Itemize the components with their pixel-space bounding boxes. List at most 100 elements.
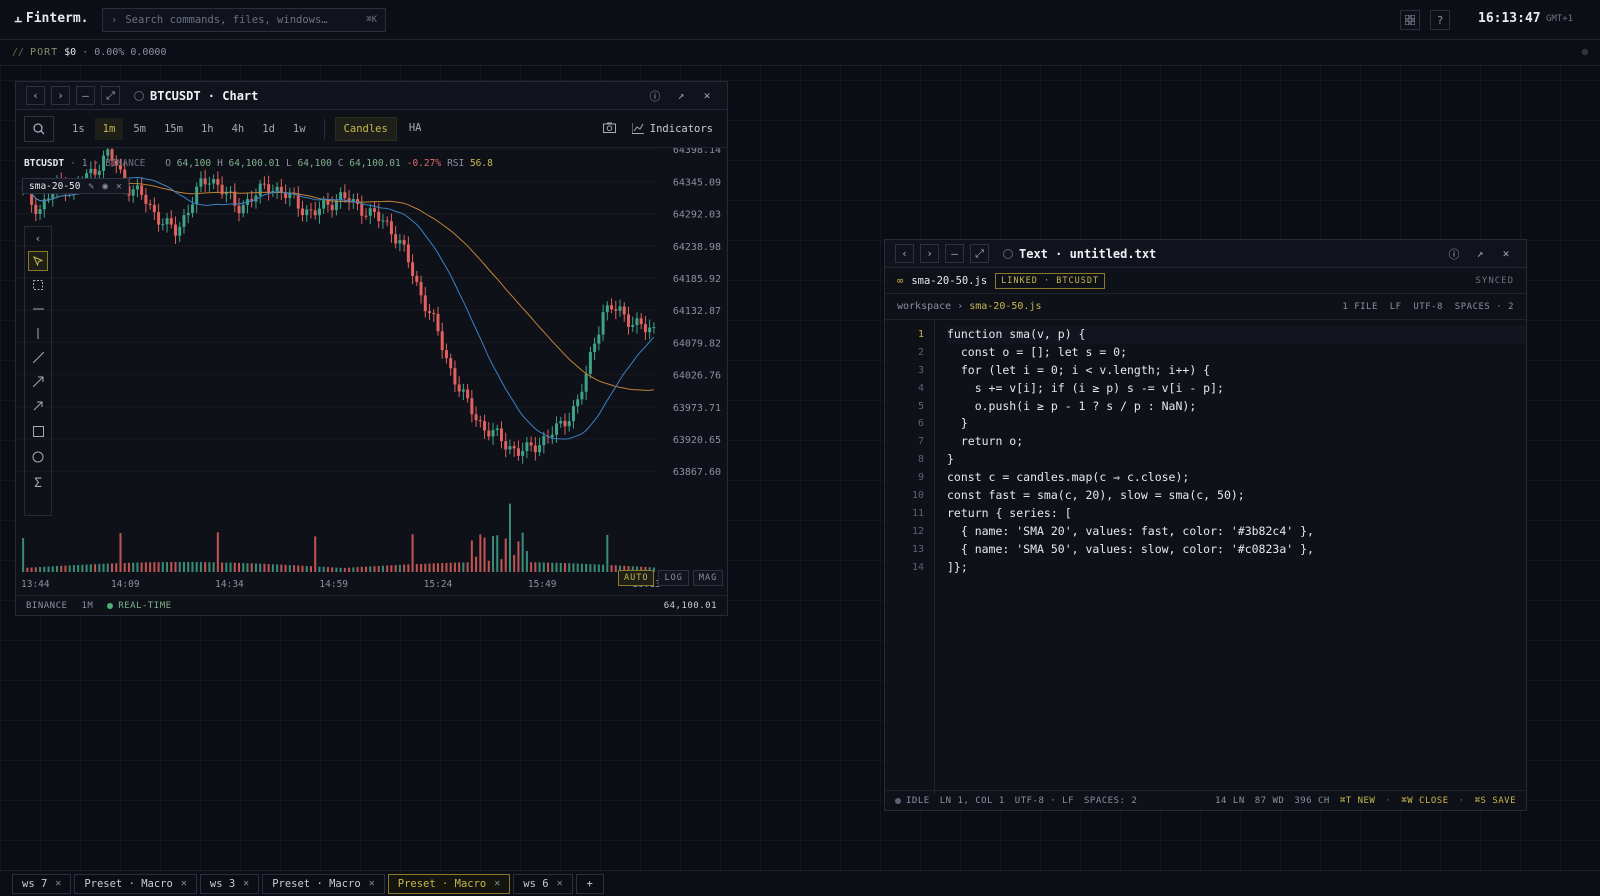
code-line[interactable]: { name: 'SMA 50', values: slow, color: '… (947, 541, 1526, 559)
code-line[interactable]: for (let i = 0; i < v.length; i++) { (947, 362, 1526, 380)
code-line[interactable]: ]}; (947, 559, 1526, 577)
code-line[interactable]: } (947, 451, 1526, 469)
close-tab-icon[interactable]: ✕ (243, 878, 249, 889)
close-shortcut[interactable]: ⌘W CLOSE (1401, 796, 1448, 806)
timeframe-5m[interactable]: 5m (125, 118, 154, 140)
timeframe-4h[interactable]: 4h (224, 118, 253, 140)
candle-body (38, 209, 42, 214)
line-number: 7 (917, 436, 924, 448)
workspace-tab[interactable]: ws 3 ✕ (199, 873, 260, 894)
editor-file-name[interactable]: sma-20-50.js (911, 275, 987, 287)
price-chart[interactable]: 64398.14 64345.09 64292.03 64238.98 64185.92… (16, 148, 727, 588)
grid-icon[interactable] (1400, 10, 1420, 30)
workspace-tab[interactable]: Preset · Macro ✕ (262, 873, 385, 894)
code-line[interactable]: o.push(i ≥ p - 1 ? s / p : NaN); (947, 398, 1526, 416)
workspace-tab[interactable]: Preset · Macro ✕ (387, 873, 511, 894)
volume-bar (259, 563, 262, 572)
remove-icon[interactable]: ✕ (116, 181, 122, 192)
close-icon[interactable]: ✕ (1498, 246, 1514, 262)
candle-body (415, 275, 419, 282)
forward-icon[interactable]: › (920, 244, 939, 263)
maximize-icon[interactable]: ⤢ (101, 86, 120, 105)
timeframe-1m[interactable]: 1m (94, 117, 124, 140)
volume-bar (60, 565, 63, 572)
candle-body (626, 314, 630, 327)
timeframe-1w[interactable]: 1w (285, 118, 314, 140)
volume-bar (335, 567, 338, 572)
candle-body (580, 391, 584, 400)
scale-log-button[interactable]: LOG (658, 570, 689, 586)
app-logo[interactable]: ⫠ Finterm. (14, 11, 89, 26)
workspace-tab[interactable]: Preset · Macro ✕ (74, 873, 197, 894)
mode-ha[interactable]: HA (401, 117, 430, 141)
add-tab-button[interactable]: + (575, 873, 604, 894)
new-shortcut[interactable]: ⌘T NEW (1340, 796, 1376, 806)
volume-bar (229, 562, 232, 572)
forward-icon[interactable]: › (51, 86, 70, 105)
breadcrumb-file[interactable]: sma-20-50.js (969, 301, 1041, 312)
save-shortcut[interactable]: ⌘S SAVE (1475, 796, 1516, 806)
code-line[interactable]: s += v[i]; if (i ≥ p) s -= v[i - p]; (947, 380, 1526, 398)
close-tab-icon[interactable]: ✕ (494, 878, 500, 889)
search-icon[interactable] (24, 115, 54, 142)
code-line[interactable]: return o; (947, 433, 1526, 451)
candle-body (313, 210, 317, 216)
timeframe-1h[interactable]: 1h (193, 118, 222, 140)
code-editor[interactable]: 1 2 3 4 5 6 7 8 9 10 11 12 13 14 function sma(v, p) {… (885, 320, 1526, 794)
close-tab-icon[interactable]: ✕ (369, 878, 375, 889)
candle-body (34, 204, 38, 214)
settings-dot-icon[interactable]: ⊙ (1582, 47, 1588, 58)
volume-bar (381, 565, 384, 572)
help-icon[interactable]: ⓘ (647, 88, 663, 104)
close-tab-icon[interactable]: ✕ (55, 878, 61, 889)
code-line[interactable]: const o = []; let s = 0; (947, 344, 1526, 362)
scale-auto-button[interactable]: AUTO (618, 570, 655, 586)
scale-mag-button[interactable]: MAG (692, 570, 724, 586)
encoding: UTF-8 · LF (1014, 795, 1074, 806)
y-tick-label: 64292.03 (673, 210, 721, 221)
workspace-tab[interactable]: ws 7 ✕ (12, 873, 72, 894)
code-line[interactable]: } (947, 415, 1526, 433)
minimize-icon[interactable]: — (945, 244, 964, 263)
maximize-icon[interactable]: ⤢ (970, 244, 989, 263)
volume-bar (377, 565, 380, 572)
app-name: Finterm. (25, 11, 89, 26)
workspace-tab[interactable]: ws 6 ✕ (513, 873, 573, 894)
minimize-icon[interactable]: — (76, 86, 95, 105)
code-line[interactable]: const fast = sma(c, 20), slow = sma(c, 5… (947, 487, 1526, 505)
volume-bar (534, 562, 537, 572)
code-line[interactable]: const c = candles.map(c ⇒ c.close); (947, 469, 1526, 487)
back-icon[interactable]: ‹ (895, 244, 914, 263)
volume-bar (445, 562, 448, 572)
back-icon[interactable]: ‹ (26, 86, 45, 105)
camera-icon[interactable] (602, 122, 616, 136)
candle-body (495, 428, 499, 431)
code-area[interactable]: function sma(v, p) { const o = []; let s… (935, 320, 1526, 794)
popout-icon[interactable]: ↗ (1472, 246, 1488, 262)
code-line[interactable]: return { series: [ (947, 505, 1526, 523)
code-line[interactable]: { name: 'SMA 20', values: fast, color: '… (947, 523, 1526, 541)
timeframe-15m[interactable]: 15m (156, 118, 191, 140)
help-icon[interactable]: ? (1430, 10, 1450, 30)
search-bar[interactable]: › Search commands, files, windows… ⌘K (102, 8, 386, 32)
code-line[interactable]: function sma(v, p) { (947, 326, 1526, 344)
popout-icon[interactable]: ↗ (673, 88, 689, 104)
candle-body (411, 262, 415, 276)
idle-dot-icon (895, 797, 901, 804)
eye-icon[interactable]: ◉ (102, 181, 108, 192)
candle-body (474, 414, 478, 421)
timeframe-1s[interactable]: 1s (64, 118, 93, 140)
volume-bar (271, 564, 274, 572)
chart-status-bar: BINANCE 1M REAL-TIME 64,100.01 (16, 595, 727, 615)
mode-candles[interactable]: Candles (334, 116, 397, 141)
breadcrumb-root[interactable]: workspace (897, 301, 951, 312)
close-icon[interactable]: ✕ (699, 88, 715, 104)
timeframe-1d[interactable]: 1d (254, 118, 283, 140)
y-tick-label: 64026.76 (673, 371, 721, 382)
close-tab-icon[interactable]: ✕ (181, 878, 187, 889)
overlay-tag[interactable]: sma-20-50 ✎ ◉ ✕ (22, 178, 129, 194)
close-tab-icon[interactable]: ✕ (557, 878, 563, 889)
help-icon[interactable]: ⓘ (1446, 246, 1462, 262)
indicators-button[interactable]: Indicators (631, 123, 713, 135)
edit-icon[interactable]: ✎ (88, 181, 94, 192)
